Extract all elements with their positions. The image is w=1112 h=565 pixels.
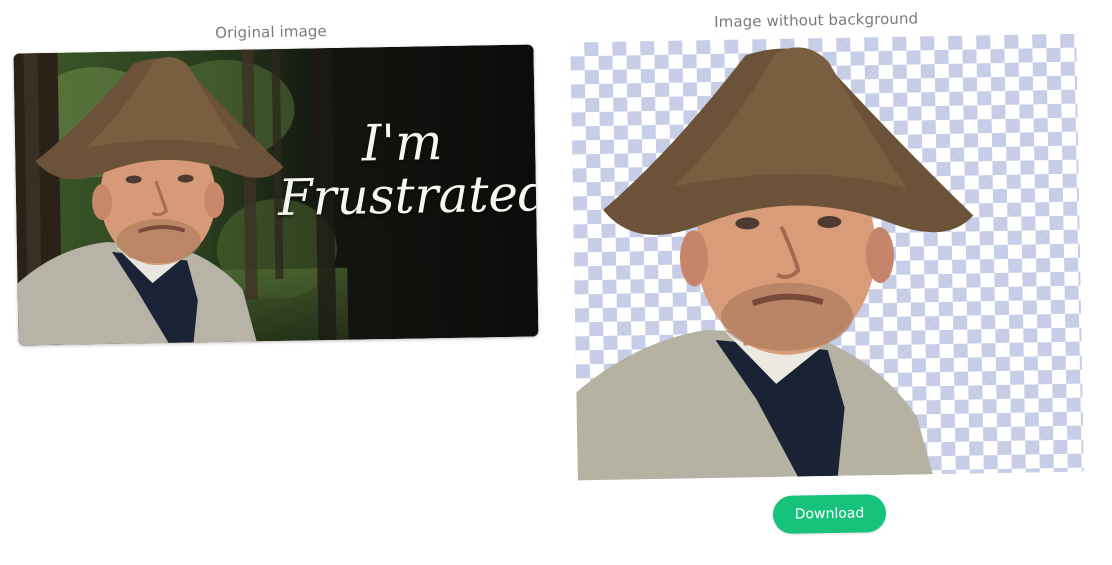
- original-image-label: Original image: [215, 22, 327, 42]
- cutout-subject-illustration: [576, 47, 974, 481]
- overlay-text-line-1: I'm: [361, 113, 444, 173]
- result-image-label: Image without background: [714, 9, 919, 31]
- original-image-caption-text: I'm Frustrated: [277, 113, 539, 227]
- background-removed-image: [570, 33, 1084, 481]
- background-remover-result-page: Original image Image without background: [0, 0, 1112, 565]
- overlay-text-line-2: Frustrated: [277, 163, 539, 227]
- download-button[interactable]: Download: [772, 494, 887, 534]
- original-image: I'm Frustrated: [13, 44, 539, 346]
